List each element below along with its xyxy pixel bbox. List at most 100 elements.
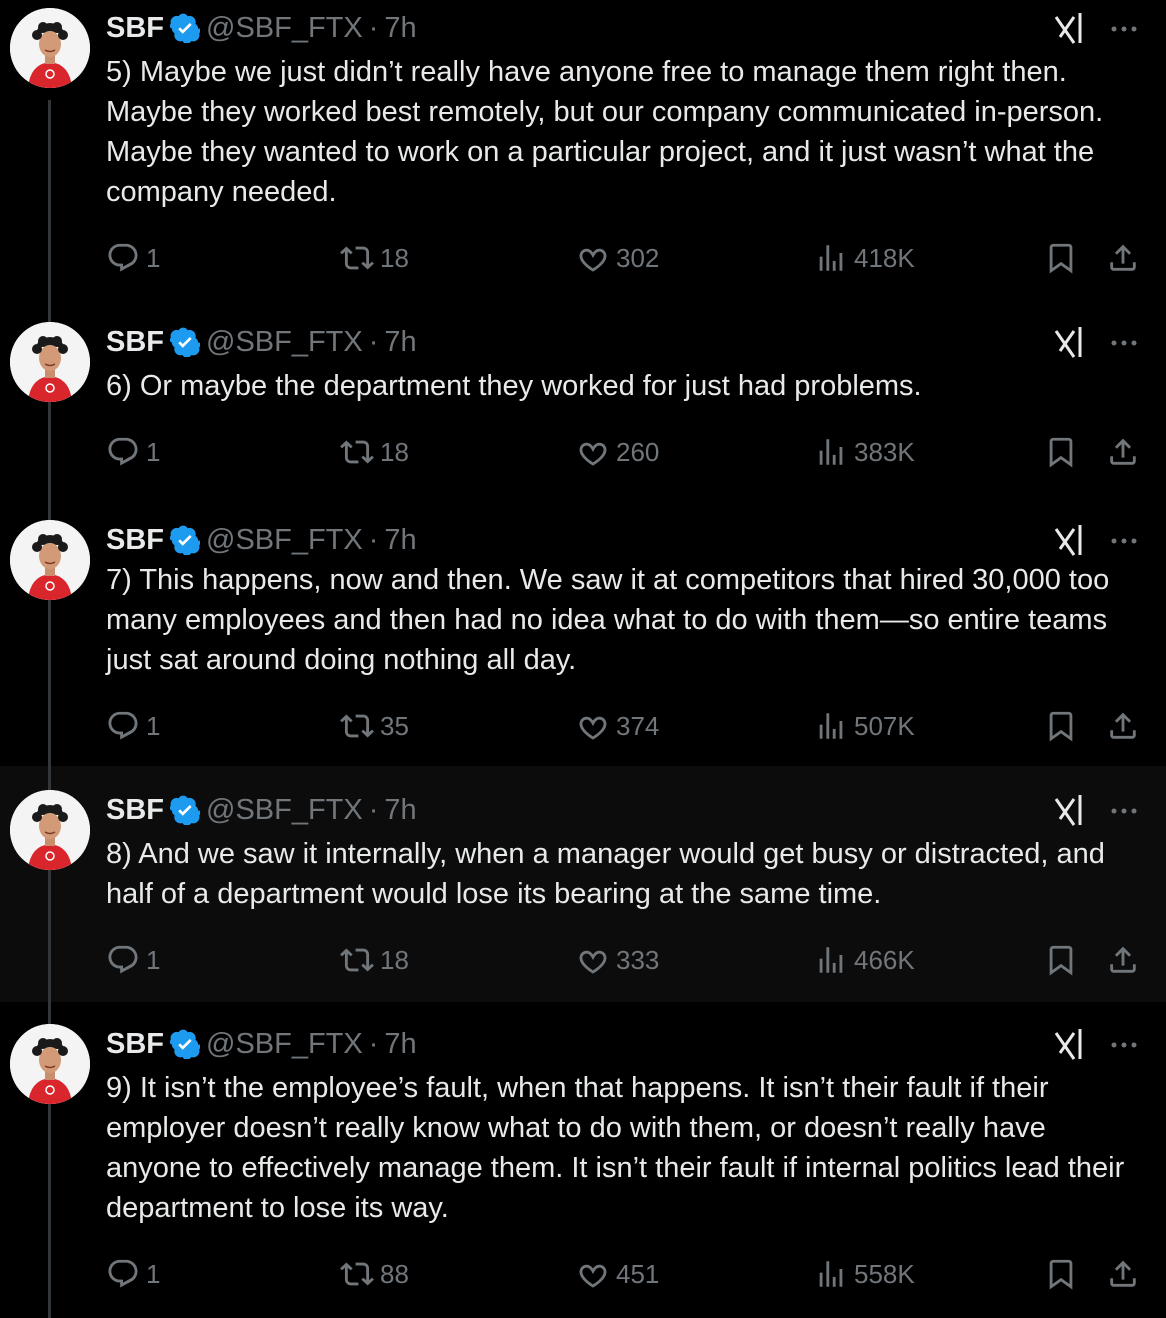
timestamp[interactable]: 7h	[384, 326, 416, 359]
tweet[interactable]: SBF @SBF_FTX · 7h 9) It isn’t the employ…	[0, 1002, 1166, 1318]
grok-icon[interactable]	[1050, 9, 1090, 49]
separator-dot: ·	[368, 11, 379, 44]
retweet-button[interactable]: 18	[340, 238, 409, 278]
more-icon[interactable]	[1104, 791, 1144, 831]
like-button[interactable]: 260	[576, 432, 659, 472]
like-count: 333	[616, 944, 660, 975]
like-button[interactable]: 302	[576, 238, 659, 278]
share-icon	[1110, 1260, 1136, 1287]
share-button[interactable]	[1106, 1254, 1140, 1294]
timestamp[interactable]: 7h	[384, 1028, 416, 1061]
retweet-icon	[340, 714, 374, 738]
retweet-button[interactable]: 88	[340, 1254, 409, 1294]
bookmark-button[interactable]	[1044, 238, 1078, 278]
share-button[interactable]	[1106, 238, 1140, 278]
reply-button[interactable]: 1	[106, 706, 160, 746]
views-button[interactable]: 383K	[814, 432, 915, 472]
author-name[interactable]: SBF	[106, 326, 164, 359]
avatar[interactable]	[10, 8, 90, 88]
like-button[interactable]: 451	[576, 1254, 659, 1294]
like-icon	[579, 248, 607, 272]
views-button[interactable]: 466K	[814, 940, 915, 980]
retweet-icon	[340, 948, 374, 972]
avatar[interactable]	[10, 790, 90, 870]
view-count: 558K	[854, 1258, 915, 1289]
tweet-header: SBF @SBF_FTX · 7h	[106, 1026, 417, 1062]
views-icon	[819, 1261, 843, 1287]
author-handle[interactable]: @SBF_FTX	[206, 1028, 363, 1061]
like-button[interactable]: 333	[576, 940, 659, 980]
views-button[interactable]: 507K	[814, 706, 915, 746]
author-name[interactable]: SBF	[106, 524, 164, 557]
reply-button[interactable]: 1	[106, 432, 160, 472]
bookmark-icon	[1049, 711, 1073, 742]
verified-badge-icon	[170, 795, 200, 825]
reply-button[interactable]: 1	[106, 238, 160, 278]
tweet-text: 9) It isn’t the employee’s fault, when t…	[106, 1072, 1133, 1224]
views-button[interactable]: 418K	[814, 238, 915, 278]
retweet-count: 18	[380, 436, 409, 467]
bookmark-button[interactable]	[1044, 706, 1078, 746]
separator-dot: ·	[368, 793, 379, 826]
share-button[interactable]	[1106, 940, 1140, 980]
grok-icon[interactable]	[1050, 1025, 1090, 1065]
grok-icon[interactable]	[1050, 521, 1090, 561]
bookmark-icon	[1049, 945, 1073, 976]
tweet-header: SBF @SBF_FTX · 7h	[106, 522, 417, 558]
retweet-button[interactable]: 18	[340, 432, 409, 472]
more-icon[interactable]	[1104, 323, 1144, 363]
author-name[interactable]: SBF	[106, 794, 164, 827]
bookmark-icon	[1049, 1259, 1073, 1290]
grok-icon[interactable]	[1050, 791, 1090, 831]
author-name[interactable]: SBF	[106, 12, 164, 45]
author-name[interactable]: SBF	[106, 1028, 164, 1061]
tweet[interactable]: SBF @SBF_FTX · 7h 6) Or maybe the depart…	[0, 314, 1166, 508]
tweet-actions: 1 18 302 418K	[106, 238, 1146, 278]
more-icon[interactable]	[1104, 9, 1144, 49]
bookmark-icon	[1049, 243, 1073, 274]
more-icon[interactable]	[1104, 1025, 1144, 1065]
tweet[interactable]: SBF @SBF_FTX · 7h 5) Maybe we just didn’…	[0, 0, 1166, 314]
reply-button[interactable]: 1	[106, 940, 160, 980]
grok-icon[interactable]	[1050, 323, 1090, 363]
share-button[interactable]	[1106, 706, 1140, 746]
avatar[interactable]	[10, 520, 90, 600]
timestamp[interactable]: 7h	[384, 794, 416, 827]
tweet-header: SBF @SBF_FTX · 7h	[106, 792, 417, 828]
author-handle[interactable]: @SBF_FTX	[206, 12, 363, 45]
separator-dot: ·	[368, 325, 379, 358]
avatar[interactable]	[10, 1024, 90, 1104]
retweet-button[interactable]: 35	[340, 706, 409, 746]
tweet-actions: 1 88 451 558K	[106, 1254, 1146, 1294]
bookmark-button[interactable]	[1044, 940, 1078, 980]
timestamp[interactable]: 7h	[384, 12, 416, 45]
author-handle[interactable]: @SBF_FTX	[206, 524, 363, 557]
views-icon	[819, 947, 843, 973]
reply-count: 1	[146, 242, 161, 273]
author-handle[interactable]: @SBF_FTX	[206, 326, 363, 359]
author-handle[interactable]: @SBF_FTX	[206, 794, 363, 827]
like-icon	[579, 442, 607, 466]
tweet-actions: 1 35 374 507K	[106, 706, 1146, 746]
bookmark-button[interactable]	[1044, 432, 1078, 472]
tweet[interactable]: SBF @SBF_FTX · 7h 8) And we saw it inter…	[0, 766, 1166, 1002]
avatar[interactable]	[10, 322, 90, 402]
like-count: 302	[616, 242, 660, 273]
retweet-button[interactable]: 18	[340, 940, 409, 980]
tweet-text: 6) Or maybe the department they worked f…	[106, 370, 922, 402]
tweet[interactable]: SBF @SBF_FTX · 7h 7) This happens, now a…	[0, 508, 1166, 766]
views-button[interactable]: 558K	[814, 1254, 915, 1294]
retweet-count: 35	[380, 710, 409, 741]
share-button[interactable]	[1106, 432, 1140, 472]
more-icon[interactable]	[1104, 521, 1144, 561]
views-icon	[819, 713, 843, 739]
reply-button[interactable]: 1	[106, 1254, 160, 1294]
like-button[interactable]: 374	[576, 706, 659, 746]
timestamp[interactable]: 7h	[384, 524, 416, 557]
separator-dot: ·	[368, 1027, 379, 1060]
view-count: 418K	[854, 242, 915, 273]
tweet-text: 5) Maybe we just didn’t really have anyo…	[106, 56, 1112, 208]
retweet-count: 18	[380, 242, 409, 273]
like-icon	[579, 716, 607, 740]
bookmark-button[interactable]	[1044, 1254, 1078, 1294]
